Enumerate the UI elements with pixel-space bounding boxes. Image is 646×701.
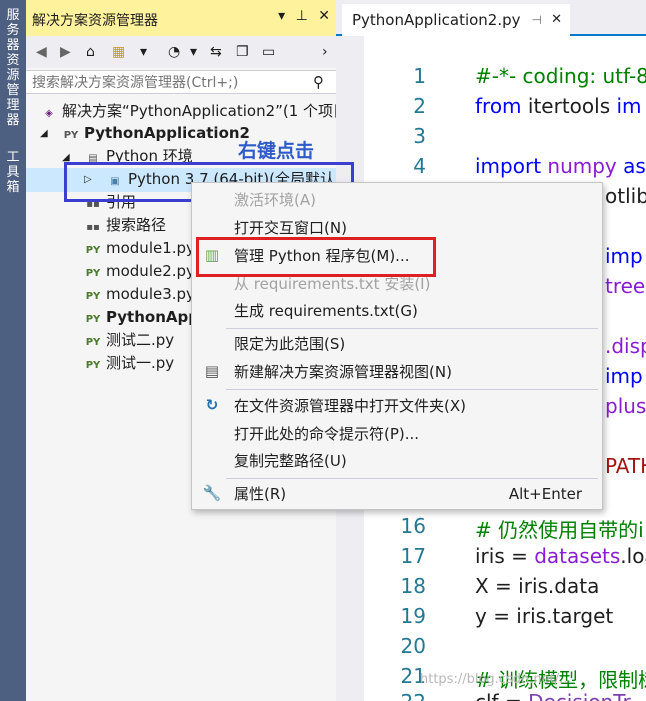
code-fragment[interactable]: imp (605, 244, 643, 268)
python-project-icon: PY (63, 130, 79, 141)
wrench-icon: 🔧 (202, 484, 222, 502)
line-number: 19 (400, 604, 426, 628)
chevron-down-icon[interactable]: ▾ (140, 44, 147, 60)
tree-file-module2[interactable]: PY module2.py (84, 260, 195, 283)
editor-tab[interactable]: PythonApplication2.py ⊣ ✕ (342, 4, 570, 36)
line-number: 2 (413, 94, 426, 118)
pin-icon[interactable]: ⊥ (296, 8, 308, 24)
panel-title: 解决方案资源管理器 (32, 13, 158, 29)
open-folder-icon: ↻ (205, 396, 219, 414)
code-fragment[interactable]: plus (605, 394, 646, 418)
new-view-icon: ▤ (204, 362, 220, 380)
code-line[interactable]: iris = datasets.loa (475, 544, 646, 568)
menu-item-properties[interactable]: 🔧 属性(R) Alt+Enter (192, 481, 602, 507)
py-file-icon: PY (85, 245, 101, 256)
tree-file-module3[interactable]: PY module3.py (84, 283, 195, 306)
menu-item-open-cmd[interactable]: 打开此处的命令提示符(P)... (192, 421, 602, 447)
solution-explorer-toolbar: ◀ ▶ ⌂ ▦ ▾ ◔ ▾ ⇆ ❐ ▭ › (26, 36, 336, 68)
code-fragment[interactable]: otlib (605, 184, 646, 208)
menu-item-open-folder[interactable]: ↻ 在文件资源管理器中打开文件夹(X) (192, 393, 602, 419)
back-icon[interactable]: ◀ (36, 44, 47, 60)
code-line[interactable]: clf = DecisionTr (475, 690, 631, 701)
code-line[interactable]: # 仍然使用自带的i (475, 514, 644, 543)
py-file-icon: PY (85, 337, 101, 348)
menu-item-scope-to-this[interactable]: 限定为此范围(S) (192, 331, 602, 357)
pin-icon[interactable]: ⊣ (532, 4, 542, 36)
dropdown-arrow-icon[interactable]: ▾ (278, 8, 285, 24)
solution-icon: ◈ (45, 108, 53, 119)
menu-item-activate-env[interactable]: 激活环境(A) (192, 187, 602, 213)
context-menu: 激活环境(A) 打开交互窗口(N) ▥ 管理 Python 程序包(M)... … (191, 182, 603, 510)
menu-separator (226, 478, 598, 479)
expand-arrow-icon[interactable]: ◢ (40, 128, 48, 139)
code-line[interactable]: import numpy as (475, 154, 646, 178)
search-path-icon: ▪▪ (86, 222, 100, 233)
code-line[interactable]: y = iris.target (475, 604, 613, 628)
collapse-all-icon[interactable]: ❐ (236, 44, 249, 60)
code-fragment[interactable]: imp (605, 364, 643, 388)
menu-item-new-explorer-view[interactable]: ▤ 新建解决方案资源管理器视图(N) (192, 359, 602, 385)
py-file-icon: PY (85, 268, 101, 279)
left-dock: 服务器资源管理器 工具箱 (0, 0, 26, 701)
menu-separator (226, 328, 598, 329)
watermark: https://blog.csdn.net/... (420, 672, 572, 687)
code-fragment[interactable]: .disp (605, 334, 646, 358)
tree-file-test1[interactable]: PY 测试一.py (84, 352, 174, 375)
line-number: 21 (400, 664, 426, 688)
close-tab-icon[interactable]: ✕ (551, 4, 562, 36)
line-number: 17 (400, 544, 426, 568)
sync-icon[interactable]: ⇆ (210, 44, 222, 60)
toolbox-tab[interactable]: 工具箱 (2, 150, 24, 210)
line-number: 3 (413, 124, 426, 148)
line-number: 22 (376, 690, 426, 701)
menu-item-generate-requirements[interactable]: 生成 requirements.txt(G) (192, 298, 602, 324)
py-file-icon: PY (85, 360, 101, 371)
code-fragment[interactable]: tree (605, 274, 645, 298)
tree-solution-node[interactable]: ◈ 解决方案“PythonApplication2”(1 个项目 (40, 100, 348, 123)
close-icon[interactable]: ✕ (318, 8, 330, 24)
line-number: 1 (413, 64, 426, 88)
line-number: 16 (400, 514, 426, 538)
search-box: ⚲ (26, 70, 336, 94)
chevron-down-icon[interactable]: ▾ (190, 44, 197, 60)
annotation-red-box (196, 237, 436, 277)
solution-explorer-titlebar: 解决方案资源管理器 ▾ ⊥ ✕ (26, 0, 336, 36)
annotation-right-click: 右键点击 (238, 140, 315, 162)
overflow-icon[interactable]: › (322, 44, 328, 60)
editor-tab-label: PythonApplication2.py (352, 11, 521, 29)
menu-item-copy-full-path[interactable]: 复制完整路径(U) (192, 448, 602, 474)
code-fragment[interactable]: PATH (605, 454, 646, 478)
code-line[interactable]: X = iris.data (475, 574, 599, 598)
switch-view-icon[interactable]: ▦ (112, 44, 125, 60)
editor-tabstrip: PythonApplication2.py ⊣ ✕ (336, 0, 646, 36)
py-file-icon: PY (85, 291, 101, 302)
shortcut-text: Alt+Enter (508, 485, 582, 503)
search-icon[interactable]: ⚲ (313, 73, 324, 91)
tree-file-test2[interactable]: PY 测试二.py (84, 329, 174, 352)
search-input[interactable] (32, 74, 300, 91)
line-number: 18 (400, 574, 426, 598)
tree-search-paths-node[interactable]: ▪▪ 搜索路径 (84, 214, 166, 237)
show-all-files-icon[interactable]: ▭ (262, 44, 275, 60)
code-line[interactable]: #-*- coding: utf-8 (475, 64, 646, 88)
forward-icon[interactable]: ▶ (60, 44, 71, 60)
pending-changes-icon[interactable]: ◔ (168, 44, 180, 60)
tree-file-module1[interactable]: PY module1.py (84, 237, 195, 260)
tree-project-node[interactable]: PY PythonApplication2 (62, 122, 250, 145)
code-line[interactable]: from itertools im (475, 94, 642, 118)
py-file-icon: PY (85, 314, 101, 325)
title-buttons: ▾ ⊥ ✕ (272, 8, 330, 24)
server-explorer-tab[interactable]: 服务器资源管理器 (2, 8, 24, 148)
line-number: 20 (400, 634, 426, 658)
menu-separator (226, 389, 598, 390)
line-number: 4 (413, 154, 426, 178)
home-icon[interactable]: ⌂ (86, 44, 95, 60)
